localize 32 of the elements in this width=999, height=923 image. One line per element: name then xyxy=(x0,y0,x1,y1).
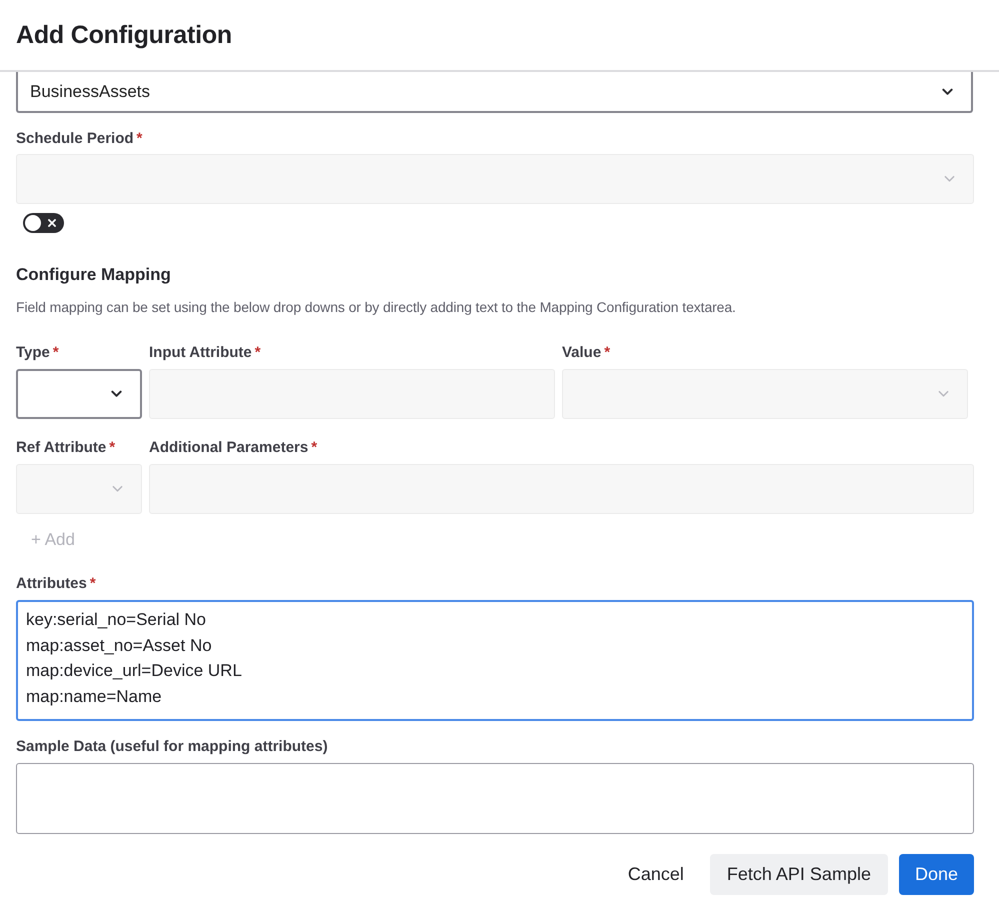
required-marker: * xyxy=(52,344,59,360)
section-description: Field mapping can be set using the below drop downs or by directly adding text to the Mapping Configuration textarea. xyxy=(16,298,737,317)
required-marker: * xyxy=(604,344,610,360)
cancel-button[interactable]: Cancel xyxy=(612,854,699,895)
sample-data-textarea[interactable] xyxy=(16,763,974,834)
chevron-down-icon xyxy=(942,88,953,96)
attributes-textarea[interactable]: key:serial_no=Serial No map:asset_no=Asset No map:device_url=Device URL map:name=Name xyxy=(16,600,974,721)
field-label: Input Attribute xyxy=(149,344,252,360)
field-label: Sample Data (useful for mapping attributes) xyxy=(16,738,328,754)
required-marker: * xyxy=(254,344,261,360)
done-button[interactable]: Done xyxy=(898,854,974,895)
field-label: Type xyxy=(16,344,50,360)
required-marker: * xyxy=(136,130,142,146)
field-label: Attributes xyxy=(16,574,87,592)
field-label: Ref Attribute xyxy=(16,438,106,456)
dialog-title: Add Configuration xyxy=(16,20,232,50)
section-heading: Configure Mapping xyxy=(16,264,172,286)
dropdown-field[interactable] xyxy=(16,369,142,419)
required-marker: * xyxy=(109,438,116,456)
required-marker: * xyxy=(90,574,96,592)
source-select[interactable]: BusinessAssets xyxy=(16,72,973,113)
toggle-switch[interactable] xyxy=(23,213,64,233)
fetch-button[interactable]: Fetch API Sample xyxy=(710,854,888,895)
chevron-down-icon xyxy=(944,175,955,183)
chevron-down-icon xyxy=(938,390,949,398)
field-label: Additional Parameters xyxy=(149,438,308,456)
required-marker: * xyxy=(311,438,318,456)
cross-icon xyxy=(48,219,56,227)
chevron-down-icon xyxy=(112,485,123,493)
field-label: Value xyxy=(562,344,602,360)
chevron-down-icon xyxy=(111,390,122,398)
field-label: Schedule Period xyxy=(16,130,134,146)
